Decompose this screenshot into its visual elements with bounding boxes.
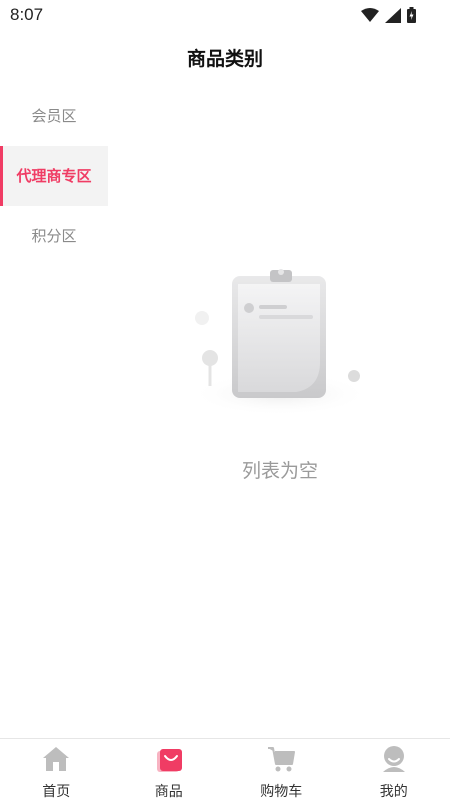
tab-label: 商品 bbox=[154, 784, 183, 800]
tab-label: 购物车 bbox=[260, 784, 303, 800]
sidebar-item-label: 会员区 bbox=[31, 107, 77, 125]
tab-products[interactable]: 商品 bbox=[113, 739, 226, 800]
tab-label: 我的 bbox=[379, 784, 408, 800]
status-icons bbox=[361, 7, 416, 23]
category-sidebar: 会员区 代理商专区 积分区 bbox=[0, 86, 108, 266]
cart-icon bbox=[268, 747, 296, 772]
empty-clipboard-icon bbox=[190, 269, 370, 416]
shopping-bag-icon bbox=[156, 749, 182, 772]
tab-mine[interactable]: 我的 bbox=[338, 739, 450, 800]
sidebar-item-label: 积分区 bbox=[31, 227, 77, 245]
user-icon bbox=[382, 746, 405, 772]
sidebar-item-agent[interactable]: 代理商专区 bbox=[0, 146, 108, 206]
wifi-icon bbox=[361, 8, 379, 22]
tab-cart[interactable]: 购物车 bbox=[225, 739, 338, 800]
empty-state bbox=[180, 262, 380, 422]
sidebar-item-points[interactable]: 积分区 bbox=[0, 206, 108, 266]
sidebar-item-member[interactable]: 会员区 bbox=[0, 86, 108, 146]
home-icon bbox=[43, 747, 70, 771]
signal-icon bbox=[385, 7, 401, 23]
tab-label: 首页 bbox=[42, 784, 71, 800]
bottom-tabbar: 首页 商品 购物车 我的 bbox=[0, 738, 450, 800]
sidebar-item-label: 代理商专区 bbox=[16, 167, 92, 185]
tab-home[interactable]: 首页 bbox=[0, 739, 113, 800]
status-time: 8:07 bbox=[10, 5, 44, 24]
empty-message: 列表为空 bbox=[241, 460, 318, 482]
status-bar: 8:07 bbox=[0, 0, 450, 30]
page-title: 商品类别 bbox=[186, 48, 263, 70]
battery-icon bbox=[407, 7, 416, 23]
